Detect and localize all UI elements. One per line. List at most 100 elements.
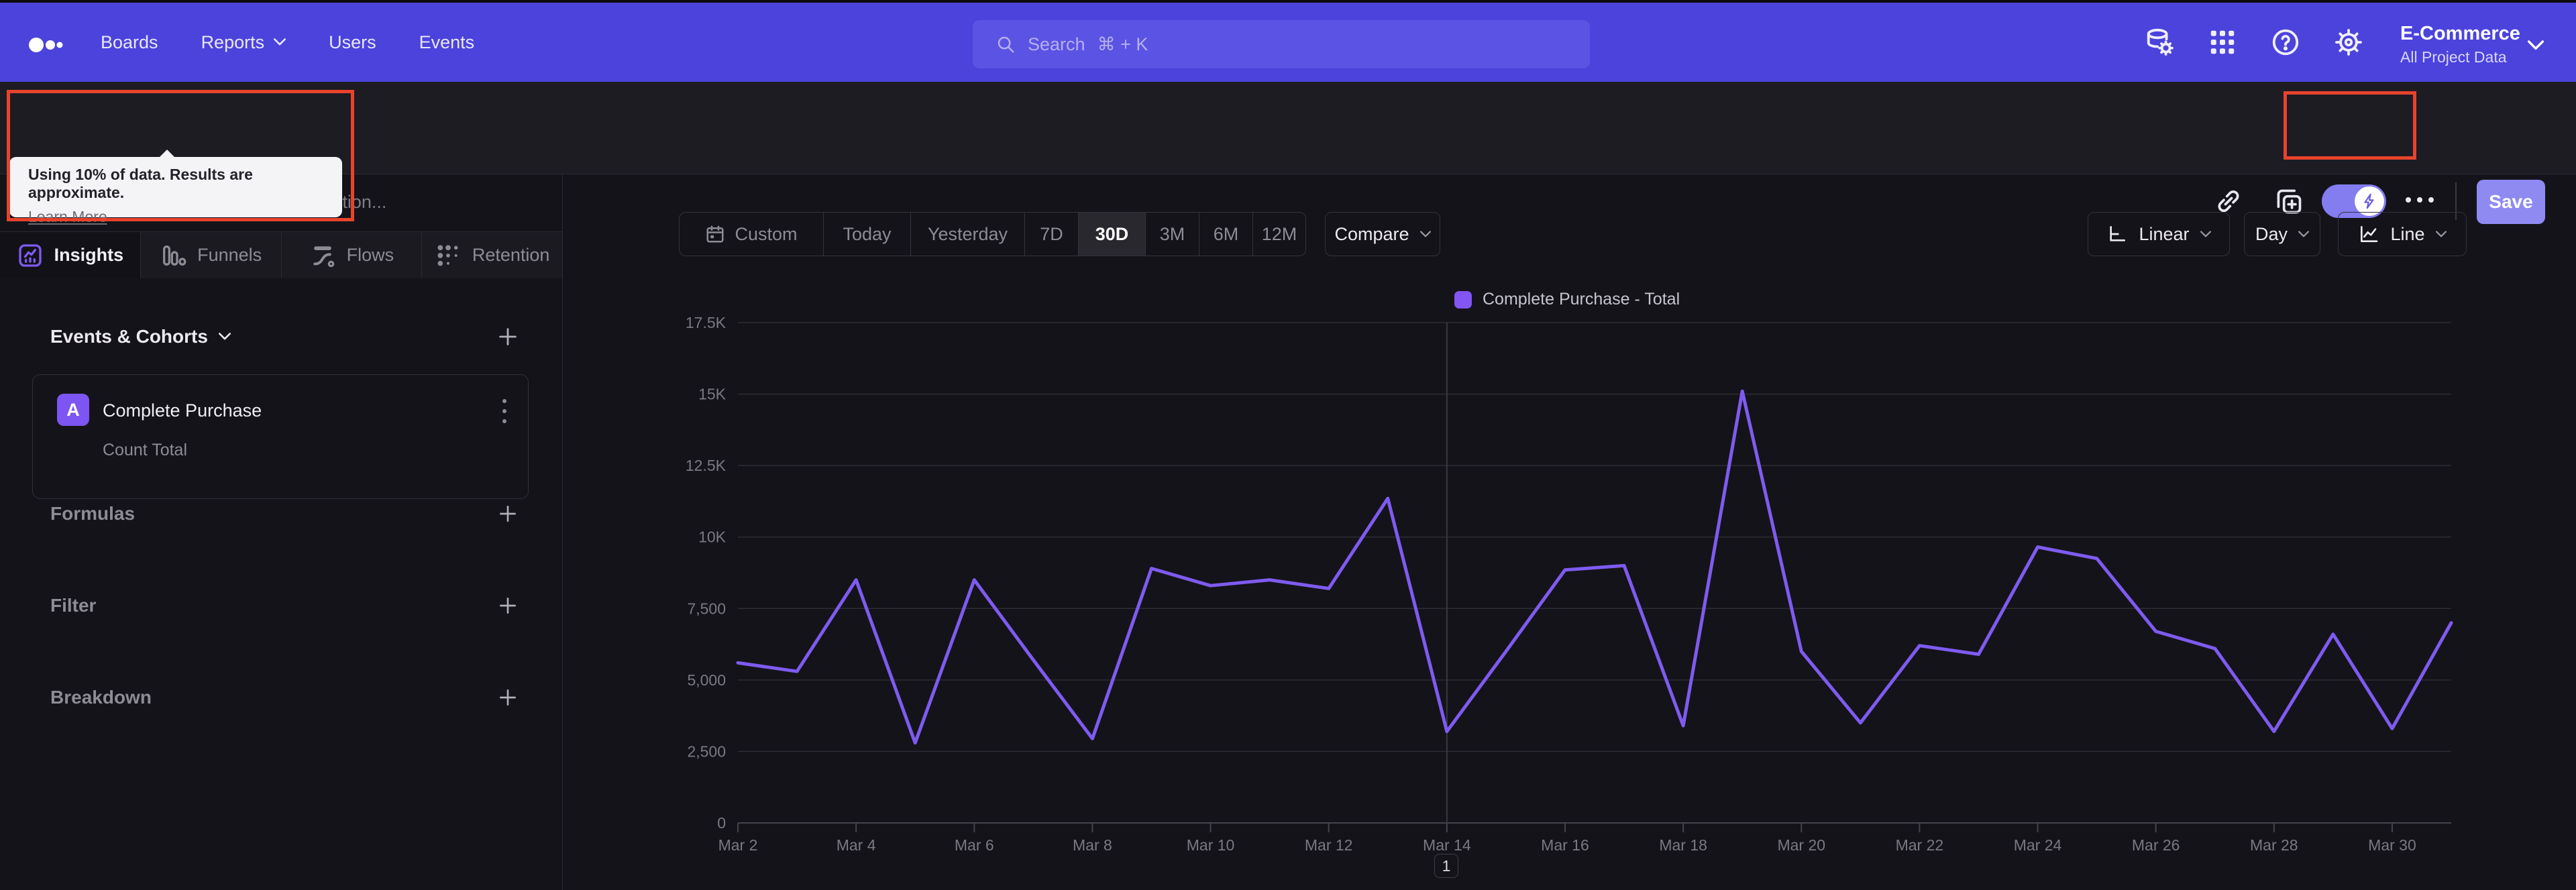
- x-axis-label: Mar 6: [955, 836, 994, 854]
- data-management-icon[interactable]: [2144, 27, 2175, 58]
- x-axis-label: Mar 10: [1187, 836, 1235, 854]
- learn-more-link[interactable]: Learn More: [28, 208, 107, 226]
- x-axis-label: Mar 30: [2368, 836, 2416, 854]
- formulas-section: Formulas: [0, 498, 562, 530]
- add-filter-button[interactable]: [494, 592, 522, 620]
- tab-insights[interactable]: Insights: [0, 232, 141, 278]
- nav-item-boards[interactable]: Boards: [101, 32, 158, 53]
- x-axis-label: Mar 20: [1777, 836, 1825, 854]
- flows-icon: [313, 245, 334, 267]
- x-axis-label: Mar 14: [1423, 836, 1471, 854]
- y-axis-label: 7,500: [687, 600, 726, 617]
- search-icon: [998, 36, 1014, 53]
- apps-grid-icon[interactable]: [2207, 27, 2238, 58]
- chevron-down-icon: [2200, 230, 2211, 237]
- y-axis-label: 2,500: [687, 742, 726, 760]
- scale-dropdown[interactable]: Linear: [2088, 212, 2230, 256]
- nav-menu: Boards Reports Users Events: [101, 3, 474, 82]
- search-placeholder: Search: [1028, 34, 1085, 54]
- range-7d[interactable]: 7D: [1025, 213, 1079, 256]
- report-tabs: Insights Funnels Flows Retention: [0, 231, 562, 278]
- funnels-icon: [163, 245, 186, 266]
- event-metric[interactable]: Count Total: [103, 441, 187, 460]
- linear-scale-icon: [2110, 226, 2126, 241]
- tab-flows[interactable]: Flows: [281, 232, 423, 278]
- project-name: E-Commerce: [2400, 23, 2520, 44]
- x-axis-label: Mar 12: [1305, 836, 1353, 854]
- mixpanel-logo-icon[interactable]: [28, 35, 68, 55]
- y-axis-label: 0: [717, 814, 726, 832]
- chevron-down-icon: [1419, 230, 1431, 237]
- add-event-button[interactable]: [494, 323, 522, 351]
- range-30d[interactable]: 30D: [1079, 213, 1146, 256]
- help-icon[interactable]: [2270, 27, 2301, 58]
- y-axis-label: 15K: [698, 386, 727, 403]
- project-switcher[interactable]: E-Commerce All Project Data: [2400, 24, 2520, 65]
- x-axis-label: Mar 22: [1896, 836, 1944, 854]
- x-axis-label: Mar 16: [1541, 836, 1589, 854]
- insights-icon: [18, 243, 42, 267]
- report-titlebar: Untitled Sampled + Add description... Sa…: [0, 82, 2576, 224]
- search-shortcut: ⌘ + K: [1097, 34, 1148, 54]
- nav-item-events[interactable]: Events: [419, 32, 475, 53]
- x-axis-label: Mar 4: [837, 836, 876, 854]
- sidebar-divider: [562, 174, 563, 890]
- range-yesterday[interactable]: Yesterday: [911, 213, 1025, 256]
- event-name[interactable]: Complete Purchase: [103, 400, 262, 421]
- x-axis-label: Mar 8: [1073, 836, 1112, 854]
- pagination-page-1[interactable]: 1: [1434, 854, 1458, 878]
- compare-button[interactable]: Compare: [1325, 212, 1440, 256]
- nav-icon-group: [2144, 27, 2364, 58]
- x-axis-label: Mar 18: [1659, 836, 1707, 854]
- top-navbar: Boards Reports Users Events Search ⌘ + K: [0, 3, 2576, 82]
- y-axis-label: 12.5K: [686, 457, 727, 474]
- plus-icon: [500, 598, 516, 614]
- search-input[interactable]: Search ⌘ + K: [973, 20, 1590, 68]
- tab-funnels[interactable]: Funnels: [140, 232, 282, 278]
- chevron-down-icon: [274, 38, 286, 46]
- series-line[interactable]: [736, 389, 2453, 745]
- events-cohorts-label[interactable]: Events & Cohorts: [50, 326, 231, 347]
- chevron-down-icon[interactable]: [2528, 40, 2544, 51]
- range-12m[interactable]: 12M: [1253, 213, 1305, 256]
- tab-retention[interactable]: Retention: [422, 232, 562, 278]
- x-axis-label: Mar 28: [2250, 836, 2298, 854]
- nav-item-reports[interactable]: Reports: [201, 32, 286, 53]
- formulas-label: Formulas: [50, 503, 136, 524]
- plus-icon: [500, 689, 516, 706]
- y-axis-label: 5,000: [687, 671, 726, 689]
- event-options-button[interactable]: [498, 395, 511, 427]
- filter-section: Filter: [0, 590, 562, 622]
- events-cohorts-header: Events & Cohorts: [0, 321, 562, 353]
- event-card[interactable]: A Complete Purchase Count Total: [32, 374, 529, 499]
- event-letter-badge: A: [57, 394, 89, 426]
- legend-label: Complete Purchase - Total: [1483, 290, 1680, 309]
- date-range-selector: Custom Today Yesterday 7D 30D 3M 6M 12M: [679, 212, 1306, 256]
- interval-dropdown[interactable]: Day: [2244, 212, 2320, 256]
- sampling-tooltip: Using 10% of data. Results are approxima…: [9, 150, 342, 225]
- settings-gear-icon[interactable]: [2333, 27, 2364, 58]
- x-axis-label: Mar 26: [2132, 836, 2180, 854]
- range-6m[interactable]: 6M: [1199, 213, 1253, 256]
- chart-type-dropdown[interactable]: Line: [2338, 212, 2467, 256]
- chevron-down-icon: [218, 333, 231, 340]
- x-axis-label: Mar 24: [2014, 836, 2062, 854]
- add-formula-button[interactable]: [494, 500, 522, 528]
- chart-legend[interactable]: Complete Purchase - Total: [1454, 290, 1680, 309]
- chevron-down-icon: [2298, 230, 2309, 237]
- tooltip-arrow: [158, 150, 176, 158]
- line-chart-icon: [2361, 226, 2378, 242]
- range-today[interactable]: Today: [824, 213, 911, 256]
- plus-icon: [499, 328, 517, 345]
- plus-icon: [500, 506, 516, 522]
- more-options-button[interactable]: [2406, 197, 2434, 203]
- range-custom[interactable]: Custom: [680, 213, 824, 256]
- y-axis-label: 17.5K: [686, 314, 727, 331]
- save-button[interactable]: Save: [2477, 180, 2545, 224]
- nav-item-users[interactable]: Users: [329, 32, 376, 53]
- add-breakdown-button[interactable]: [494, 683, 522, 712]
- range-3m[interactable]: 3M: [1146, 213, 1199, 256]
- breakdown-label: Breakdown: [50, 687, 152, 708]
- tooltip-text: Using 10% of data. Results are approxima…: [28, 166, 253, 201]
- y-axis-label: 10K: [698, 529, 727, 546]
